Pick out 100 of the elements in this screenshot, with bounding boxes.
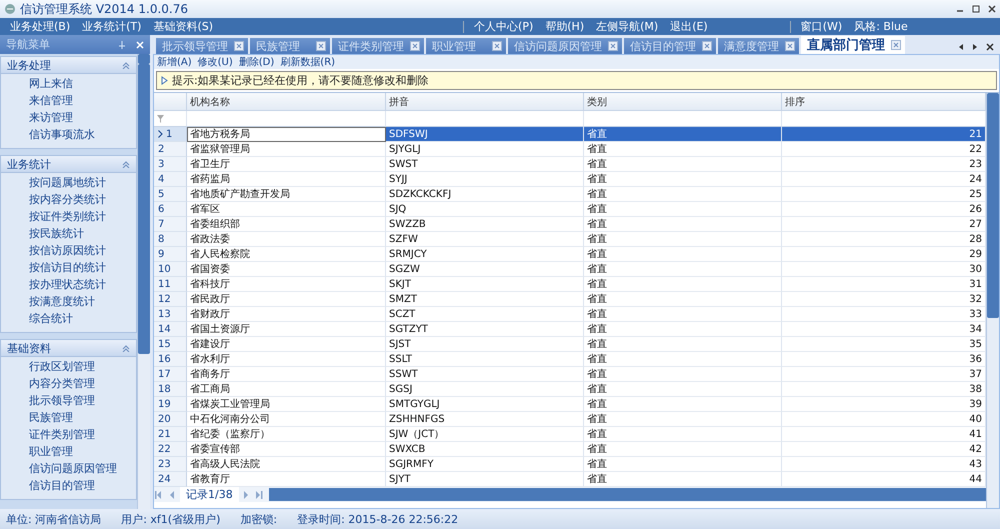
table-cell: 省委宣传部: [187, 442, 386, 457]
row-number: 16: [158, 354, 171, 364]
left-arrow-icon[interactable]: [958, 43, 964, 51]
window-title: 信访管理系统 V2014 1.0.0.76: [20, 0, 188, 18]
filter-icon[interactable]: [157, 114, 164, 122]
table-cell: 30: [782, 262, 986, 277]
table-cell: 省军区: [187, 202, 386, 217]
table-cell: SGTZYT: [386, 322, 584, 337]
row-number: 12: [158, 294, 171, 304]
sidebar-item[interactable]: 按信访目的统计: [1, 260, 136, 277]
sidebar-item[interactable]: 内容分类管理: [1, 376, 136, 393]
column-header[interactable]: 机构名称: [187, 93, 386, 111]
table-cell: 省直: [584, 202, 782, 217]
row-number: 2: [158, 144, 164, 154]
collapse-icon[interactable]: [122, 344, 130, 352]
play-icon: [161, 76, 168, 85]
sidebar-item[interactable]: 证件类别管理: [1, 427, 136, 444]
column-header[interactable]: 拼音: [386, 93, 584, 111]
column-header[interactable]: 排序: [782, 93, 986, 111]
sidebar-item[interactable]: 按信访原因统计: [1, 243, 136, 260]
table-cell: SWZZB: [386, 217, 584, 232]
table-cell: 27: [782, 217, 986, 232]
sidebar-item[interactable]: 网上来信: [1, 76, 136, 93]
sidebar-item[interactable]: 来信管理: [1, 93, 136, 110]
group-header[interactable]: 基础资料: [1, 340, 136, 357]
sidebar-item[interactable]: 信访目的管理: [1, 478, 136, 495]
sidebar-item[interactable]: 来访管理: [1, 110, 136, 127]
maximize-icon[interactable]: [972, 5, 980, 13]
sidebar-item[interactable]: 行政区划管理: [1, 359, 136, 376]
status-text: 单位: 河南省信访局: [6, 512, 102, 526]
sidebar-title: 导航菜单: [6, 37, 50, 52]
close-icon[interactable]: [986, 43, 994, 51]
scrollbar[interactable]: [137, 54, 150, 509]
collapse-icon[interactable]: [122, 160, 130, 168]
sidebar-item[interactable]: 批示领导管理: [1, 393, 136, 410]
collapse-icon[interactable]: [122, 61, 130, 69]
table-cell: 省直: [584, 142, 782, 157]
table-cell: 省教育厅: [187, 472, 386, 487]
table-cell: 31: [782, 277, 986, 292]
row-number: 20: [158, 414, 171, 424]
status-text: 加密锁:: [240, 512, 278, 526]
table-cell: 省直: [584, 262, 782, 277]
sidebar-item[interactable]: 按办理状态统计: [1, 277, 136, 294]
sidebar-item[interactable]: 按满意度统计: [1, 294, 136, 311]
menu-item[interactable]: 基础资料(S): [147, 19, 220, 34]
scrollbar[interactable]: [268, 488, 986, 501]
table-cell: SWST: [386, 157, 584, 172]
group-header[interactable]: 业务统计: [1, 156, 136, 173]
sidebar-item[interactable]: 信访事项流水: [1, 127, 136, 144]
row-number: 17: [158, 368, 171, 380]
close-icon[interactable]: [988, 5, 996, 13]
table-cell: 省地方税务局: [187, 127, 386, 142]
table-cell: 省直: [584, 322, 782, 337]
sidebar-item[interactable]: 综合统计: [1, 311, 136, 328]
toolbar-button[interactable]: 修改(U): [198, 55, 233, 69]
menu-item[interactable]: 退出(E): [664, 19, 714, 34]
menu-item[interactable]: 窗口(W): [794, 19, 848, 34]
row-number: 15: [158, 338, 171, 350]
menu-item[interactable]: 左侧导航(M): [590, 19, 664, 34]
table-cell: 省直: [584, 157, 782, 172]
toolbar-button[interactable]: 新增(A): [157, 55, 192, 69]
table-cell: 43: [782, 457, 986, 472]
table-cell: 34: [782, 322, 986, 337]
table-cell: 22: [782, 142, 986, 157]
scrollbar[interactable]: [986, 93, 999, 508]
sidebar-item[interactable]: 职业管理: [1, 444, 136, 461]
table-cell: 省直: [584, 472, 782, 487]
sidebar-item[interactable]: 按内容分类统计: [1, 192, 136, 209]
table-cell: SZFW: [386, 232, 584, 247]
table-cell: SJQ: [386, 202, 584, 217]
tab[interactable]: 直属部门管理: [801, 36, 905, 54]
right-arrow-icon[interactable]: [972, 43, 978, 51]
sidebar-item[interactable]: 信访问题原因管理: [1, 461, 136, 478]
table-cell: 省直: [584, 442, 782, 457]
table-cell: 省监狱管理局: [187, 142, 386, 157]
row-pointer-icon: [158, 130, 163, 138]
table-cell: 26: [782, 202, 986, 217]
column-header[interactable]: 类别: [584, 93, 782, 111]
row-number: 4: [158, 174, 164, 184]
menu-item[interactable]: 帮助(H): [539, 19, 590, 34]
row-number: 10: [158, 264, 171, 274]
table-cell: 38: [782, 382, 986, 397]
menu-item[interactable]: 业务处理(B): [4, 19, 76, 34]
menu-item[interactable]: 业务统计(T): [76, 19, 148, 34]
toolbar-button[interactable]: 删除(D): [238, 55, 274, 69]
table-cell: SDFSWJ: [386, 127, 584, 142]
sidebar-item[interactable]: 按证件类别统计: [1, 209, 136, 226]
table-cell: 省政法委: [187, 232, 386, 247]
table-cell: 中石化河南分公司: [187, 412, 386, 427]
table-cell: 省直: [584, 337, 782, 352]
table-cell: 37: [782, 367, 986, 382]
sidebar-item[interactable]: 民族管理: [1, 410, 136, 427]
table-cell: 省纪委（监察厅）: [187, 427, 386, 442]
menu-item[interactable]: 风格: Blue: [848, 19, 914, 34]
group-header[interactable]: 业务处理: [1, 57, 136, 74]
menu-item[interactable]: 个人中心(P): [468, 19, 540, 34]
header-corner: [154, 93, 187, 111]
sidebar-item[interactable]: 按民族统计: [1, 226, 136, 243]
toolbar-button[interactable]: 刷新数据(R): [280, 55, 336, 69]
sidebar-item[interactable]: 按问题属地统计: [1, 175, 136, 192]
